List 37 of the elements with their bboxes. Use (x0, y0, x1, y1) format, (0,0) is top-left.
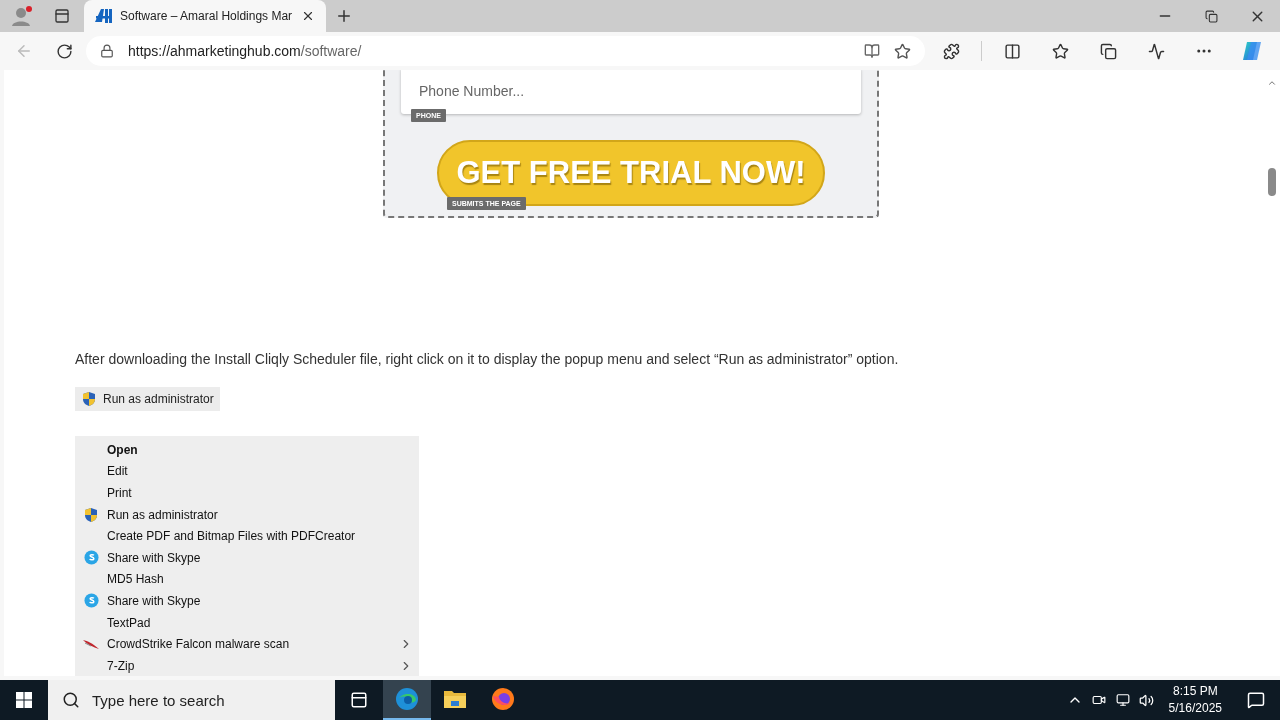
menu-item[interactable]: 7-Zip (107, 658, 399, 673)
edge-browser-icon (395, 687, 419, 711)
lock-icon (100, 44, 114, 58)
shield-icon (81, 391, 97, 407)
scrollbar-thumb[interactable] (1267, 168, 1276, 196)
scroll-up-icon[interactable] (1266, 78, 1277, 88)
menu-item[interactable]: TextPad (107, 615, 419, 630)
menu-item[interactable]: Open (107, 442, 419, 457)
falcon-icon (82, 638, 100, 651)
clock-time[interactable]: 8:15 PM (1172, 683, 1218, 700)
firefox-icon (491, 687, 515, 711)
menu-item[interactable]: Share with Skype (107, 550, 419, 565)
skype-logo-icon (83, 550, 99, 566)
taskbar-app-button[interactable] (383, 680, 431, 720)
menu-item[interactable]: MD5 Hash (107, 572, 419, 587)
browser-tab[interactable]: Software – Amaral Holdings Mar (84, 0, 327, 32)
folder-icon (443, 689, 467, 709)
address-bar[interactable]: https://ahmarketinghub.com/software/ (86, 36, 926, 66)
favorite-star-icon[interactable] (894, 42, 912, 60)
menu-item[interactable]: CrowdStrike Falcon malware scan (107, 637, 399, 652)
chip-label: Run as administrator (103, 392, 214, 406)
shield-icon (83, 506, 99, 523)
menu-item[interactable]: Share with Skype (107, 593, 419, 608)
menu-item[interactable]: Run as administrator (107, 507, 419, 522)
tab-title: Software – Amaral Holdings Mar (120, 9, 293, 23)
menu-item[interactable]: Edit (107, 464, 419, 479)
site-logo-icon (94, 8, 112, 24)
clock-date[interactable]: 5/16/2025 (1168, 700, 1222, 717)
skype-logo-icon (83, 593, 99, 609)
menu-item[interactable]: Print (107, 486, 419, 500)
search-icon (62, 691, 80, 709)
menu-item[interactable]: Create PDF and Bitmap Files with PDFCreator (107, 529, 419, 544)
phone-input-field[interactable]: Phone Number... (401, 70, 861, 114)
instruction-text: After downloading the Install Cliqly Scheduler file, right click on it to display the popup menu and select “Run as administrator” option. (75, 351, 900, 367)
taskbar-search-field[interactable]: Type here to search (48, 680, 335, 720)
search-placeholder: Type here to search (92, 691, 225, 709)
read-aloud-icon[interactable] (864, 43, 881, 59)
